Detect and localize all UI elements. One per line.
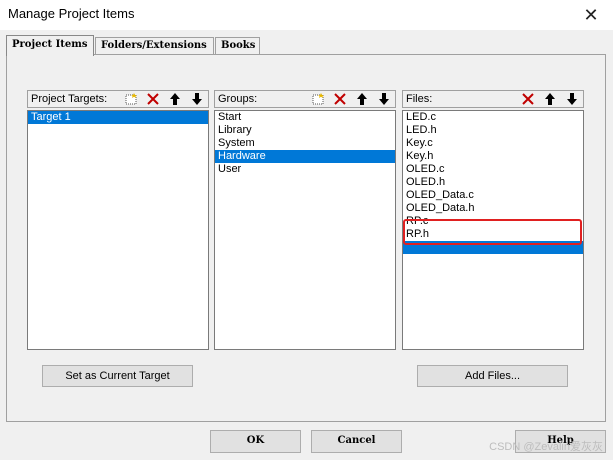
ok-button[interactable]: OK bbox=[210, 430, 301, 453]
close-icon[interactable]: ✕ bbox=[569, 0, 613, 30]
add-files-button[interactable]: Add Files... bbox=[417, 365, 568, 387]
list-item-file[interactable]: LED.c bbox=[403, 111, 583, 124]
groups-list[interactable]: Start Library System Hardware User bbox=[214, 110, 396, 350]
list-item-file[interactable]: OLED.c bbox=[403, 163, 583, 176]
list-item-file[interactable]: OLED_Data.h bbox=[403, 202, 583, 215]
list-item-file[interactable]: Key.c bbox=[403, 137, 583, 150]
delete-file-icon[interactable] bbox=[520, 92, 536, 106]
files-header: Files: bbox=[402, 90, 584, 108]
new-target-icon[interactable] bbox=[123, 92, 139, 106]
list-item-group-library[interactable]: Library bbox=[215, 124, 395, 137]
list-item-file-rp-h[interactable]: RP.h bbox=[403, 228, 583, 241]
tab-project-items[interactable]: Project Items bbox=[6, 35, 94, 56]
list-item-file[interactable]: OLED_Data.c bbox=[403, 189, 583, 202]
move-down-file-icon[interactable] bbox=[564, 92, 580, 106]
move-down-group-icon[interactable] bbox=[376, 92, 392, 106]
list-item-file-rp-c[interactable]: RP.c bbox=[403, 215, 583, 228]
move-up-target-icon[interactable] bbox=[167, 92, 183, 106]
groups-header: Groups: bbox=[214, 90, 396, 108]
delete-target-icon[interactable] bbox=[145, 92, 161, 106]
list-item-file[interactable]: LED.h bbox=[403, 124, 583, 137]
list-item-group-hardware[interactable]: Hardware bbox=[215, 150, 395, 163]
list-item-file-new-entry[interactable] bbox=[403, 241, 583, 254]
move-up-file-icon[interactable] bbox=[542, 92, 558, 106]
tab-folders-extensions[interactable]: Folders/Extensions bbox=[95, 37, 214, 54]
move-up-group-icon[interactable] bbox=[354, 92, 370, 106]
set-current-target-button[interactable]: Set as Current Target bbox=[42, 365, 193, 387]
list-item-file[interactable]: Key.h bbox=[403, 150, 583, 163]
targets-list[interactable]: Target 1 bbox=[27, 110, 209, 350]
tab-books[interactable]: Books bbox=[215, 37, 260, 54]
list-item-target-1[interactable]: Target 1 bbox=[28, 111, 208, 124]
targets-header: Project Targets: bbox=[27, 90, 209, 108]
delete-group-icon[interactable] bbox=[332, 92, 348, 106]
list-item-group-start[interactable]: Start bbox=[215, 111, 395, 124]
watermark: CSDN @Zevalin爱灰灰 bbox=[489, 441, 603, 453]
dialog-client: Project Items Folders/Extensions Books P… bbox=[0, 30, 613, 460]
list-item-group-system[interactable]: System bbox=[215, 137, 395, 150]
files-list[interactable]: LED.c LED.h Key.c Key.h OLED.c OLED.h OL… bbox=[402, 110, 584, 350]
move-down-target-icon[interactable] bbox=[189, 92, 205, 106]
window-title: Manage Project Items bbox=[8, 6, 135, 21]
targets-label: Project Targets: bbox=[31, 93, 108, 105]
list-item-group-user[interactable]: User bbox=[215, 163, 395, 176]
cancel-button[interactable]: Cancel bbox=[311, 430, 402, 453]
list-item-file[interactable]: OLED.h bbox=[403, 176, 583, 189]
groups-label: Groups: bbox=[218, 93, 258, 105]
files-label: Files: bbox=[406, 93, 433, 105]
title-bar: Manage Project Items ✕ bbox=[0, 0, 613, 30]
new-group-icon[interactable] bbox=[310, 92, 326, 106]
